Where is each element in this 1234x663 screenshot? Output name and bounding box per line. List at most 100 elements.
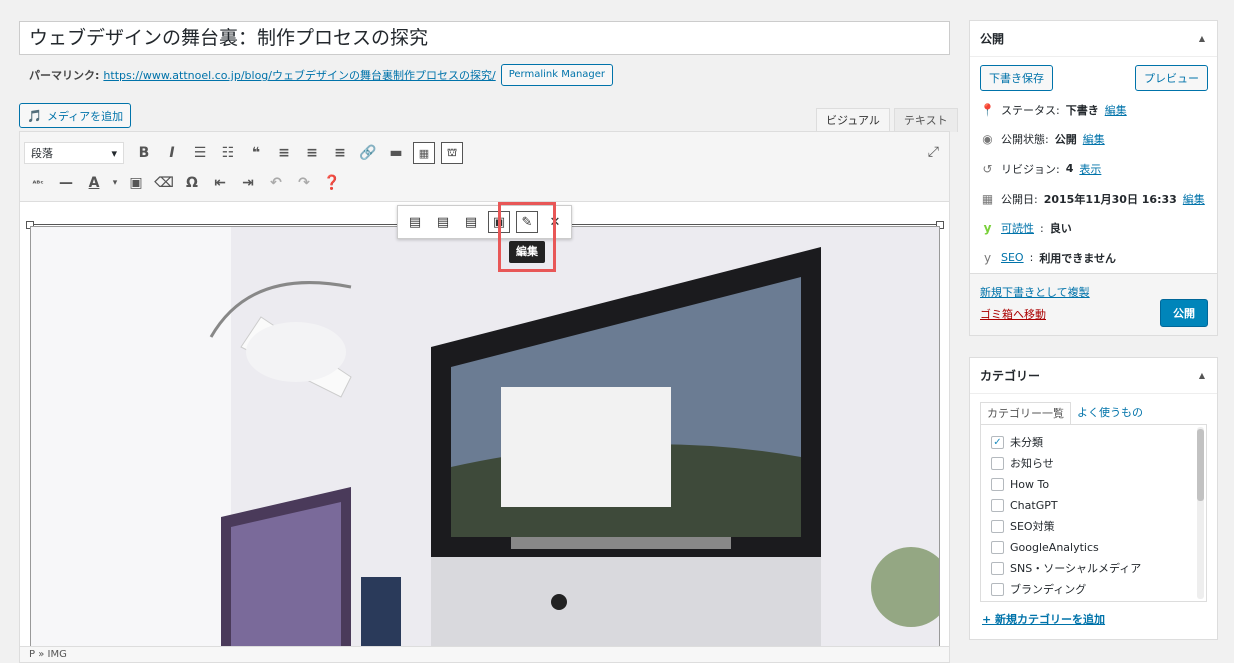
post-title-input[interactable]: ウェブデザインの舞台裏：制作プロセスの探究 bbox=[19, 21, 950, 55]
bullet-list-icon[interactable]: ☰ bbox=[186, 141, 214, 165]
list-item[interactable]: ブランディング bbox=[991, 579, 1206, 600]
visibility-value: 公開 bbox=[1054, 133, 1077, 147]
list-item[interactable]: SEO対策 bbox=[991, 516, 1206, 537]
category-label: ブランディング bbox=[1010, 583, 1087, 597]
readability-link[interactable]: 可読性 bbox=[1001, 220, 1034, 236]
clear-format-icon[interactable]: ⌫ bbox=[150, 171, 178, 195]
horizontal-line-icon[interactable]: — bbox=[52, 171, 80, 195]
checkbox[interactable] bbox=[991, 519, 1004, 533]
toolbar-row-2: ᴬᴮᶜ — A ▾ ▣ ⌫ Ω ⇤ ⇥ ↶ ↷ ❓ bbox=[24, 170, 346, 196]
scrollbar-thumb[interactable] bbox=[1197, 428, 1204, 501]
outdent-icon[interactable]: ⇤ bbox=[206, 171, 234, 195]
align-left-icon[interactable]: ≡ bbox=[270, 141, 298, 165]
caret-up-icon[interactable]: ▲ bbox=[1199, 371, 1205, 380]
readability-row: y 可読性: 良い bbox=[970, 213, 1217, 243]
publish-box-header[interactable]: 公開 ▲ bbox=[970, 21, 1217, 57]
align-center-icon[interactable]: ▤ bbox=[429, 210, 457, 234]
readability-value: 良い bbox=[1049, 222, 1072, 236]
checkbox[interactable] bbox=[991, 456, 1004, 470]
publish-button[interactable]: 公開 bbox=[1160, 298, 1208, 327]
align-center-icon[interactable]: ≡ bbox=[298, 141, 326, 165]
publish-heading: 公開 bbox=[980, 32, 1005, 46]
checkbox[interactable] bbox=[991, 582, 1004, 596]
visibility-label: 公開状態: bbox=[1001, 133, 1049, 147]
permalink-link[interactable]: https://www.attnoel.co.jp/blog/ウェブデザインの舞… bbox=[103, 67, 495, 83]
plugin-icon[interactable]: ⛫ bbox=[441, 142, 463, 164]
tab-text[interactable]: テキスト bbox=[893, 108, 958, 132]
add-media-button[interactable]: 🎵 メディアを追加 bbox=[19, 103, 132, 128]
list-item[interactable]: ChatGPT bbox=[991, 495, 1206, 516]
save-draft-button[interactable]: 下書き保存 bbox=[980, 65, 1053, 91]
list-item[interactable]: SNS・ソーシャルメディア bbox=[991, 558, 1206, 579]
list-item[interactable]: GoogleAnalytics bbox=[991, 537, 1206, 558]
desk-photo-illustration bbox=[31, 227, 939, 649]
preview-button[interactable]: プレビュー bbox=[1135, 65, 1208, 91]
fullscreen-icon[interactable]: ⤢ bbox=[928, 144, 939, 160]
caret-up-icon[interactable]: ▲ bbox=[1199, 34, 1205, 43]
chevron-down-icon[interactable]: ▾ bbox=[108, 171, 122, 195]
blockquote-icon[interactable]: ❝ bbox=[242, 141, 270, 165]
seo-value: 利用できません bbox=[1039, 251, 1116, 265]
colon: : bbox=[1040, 221, 1044, 235]
italic-icon[interactable]: I bbox=[158, 141, 186, 165]
checkbox[interactable] bbox=[991, 540, 1004, 554]
add-category-link[interactable]: + 新規カテゴリーを追加 bbox=[982, 613, 1105, 626]
checkbox[interactable]: ✓ bbox=[991, 435, 1004, 449]
text-color-icon[interactable]: A bbox=[80, 171, 108, 195]
list-item[interactable]: お知らせ bbox=[991, 453, 1206, 474]
bold-icon[interactable]: B bbox=[130, 141, 158, 165]
tab-visual[interactable]: ビジュアル bbox=[816, 108, 890, 132]
list-item[interactable]: How To bbox=[991, 474, 1206, 495]
copy-draft-link[interactable]: 新規下書きとして複製 bbox=[980, 284, 1207, 300]
date-label: 公開日: bbox=[1001, 192, 1038, 206]
visibility-row: ◉ 公開状態: 公開 編集 bbox=[970, 125, 1217, 155]
category-label: SEO対策 bbox=[1010, 520, 1055, 534]
publish-footer: 新規下書きとして複製 ゴミ箱へ移動 公開 bbox=[970, 272, 1217, 335]
date-value: 2015年11月30日 16:33 bbox=[1043, 192, 1177, 206]
format-select[interactable]: 段落 ▾ bbox=[24, 142, 124, 164]
format-select-value: 段落 bbox=[31, 147, 53, 160]
revisions-label: リビジョン: bbox=[1001, 162, 1060, 176]
read-more-icon[interactable]: ▬ bbox=[382, 141, 410, 165]
undo-icon[interactable]: ↶ bbox=[262, 171, 290, 195]
align-right-icon[interactable]: ▤ bbox=[457, 210, 485, 234]
tab-all-categories[interactable]: カテゴリー一覧 bbox=[980, 401, 1071, 424]
toolbar-toggle-icon[interactable]: ▦ bbox=[413, 142, 435, 164]
link-icon[interactable]: 🔗 bbox=[354, 141, 382, 165]
status-label: ステータス: bbox=[1001, 103, 1060, 117]
permalink-label: パーマリンク: bbox=[29, 69, 100, 82]
post-image[interactable] bbox=[30, 226, 940, 650]
edit-visibility-link[interactable]: 編集 bbox=[1083, 131, 1105, 147]
show-revisions-link[interactable]: 表示 bbox=[1079, 161, 1101, 177]
colon: : bbox=[1029, 251, 1034, 265]
revisions-row: ↺ リビジョン: 4 表示 bbox=[970, 154, 1217, 184]
edit-status-link[interactable]: 編集 bbox=[1105, 102, 1127, 118]
tab-popular-categories[interactable]: よく使うもの bbox=[1071, 402, 1149, 424]
category-label: GoogleAnalytics bbox=[1010, 540, 1099, 554]
special-char-icon[interactable]: Ω bbox=[178, 171, 206, 195]
checkbox[interactable] bbox=[991, 561, 1004, 575]
redo-icon[interactable]: ↷ bbox=[290, 171, 318, 195]
status-path: P » IMG bbox=[20, 646, 949, 662]
list-item[interactable]: ✓ 未分類 bbox=[991, 432, 1206, 453]
permalink-manager-button[interactable]: Permalink Manager bbox=[500, 64, 614, 86]
seo-link[interactable]: SEO bbox=[1001, 251, 1024, 264]
align-left-icon[interactable]: ▤ bbox=[401, 210, 429, 234]
edit-date-link[interactable]: 編集 bbox=[1183, 191, 1205, 207]
checkbox[interactable] bbox=[991, 477, 1004, 491]
eye-icon: ◉ bbox=[982, 132, 993, 147]
category-tabs: カテゴリー一覧 よく使うもの bbox=[970, 394, 1217, 424]
checkbox[interactable] bbox=[991, 498, 1004, 512]
strikethrough-icon[interactable]: ᴬᴮᶜ bbox=[24, 171, 52, 195]
numbered-list-icon[interactable]: ☷ bbox=[214, 141, 242, 165]
chevron-down-icon: ▾ bbox=[111, 146, 117, 160]
help-icon[interactable]: ❓ bbox=[318, 171, 346, 195]
content-area[interactable] bbox=[20, 202, 949, 650]
toolbar-row-1: 段落 ▾ B I ☰ ☷ ❝ ≡ ≡ ≡ 🔗 ▬ ▦ ⛫ bbox=[24, 140, 466, 166]
indent-icon[interactable]: ⇥ bbox=[234, 171, 262, 195]
category-box-header[interactable]: カテゴリー ▲ bbox=[970, 358, 1217, 394]
category-label: SNS・ソーシャルメディア bbox=[1010, 562, 1142, 576]
paste-text-icon[interactable]: ▣ bbox=[122, 171, 150, 195]
status-value: 下書き bbox=[1065, 103, 1099, 117]
align-right-icon[interactable]: ≡ bbox=[326, 141, 354, 165]
